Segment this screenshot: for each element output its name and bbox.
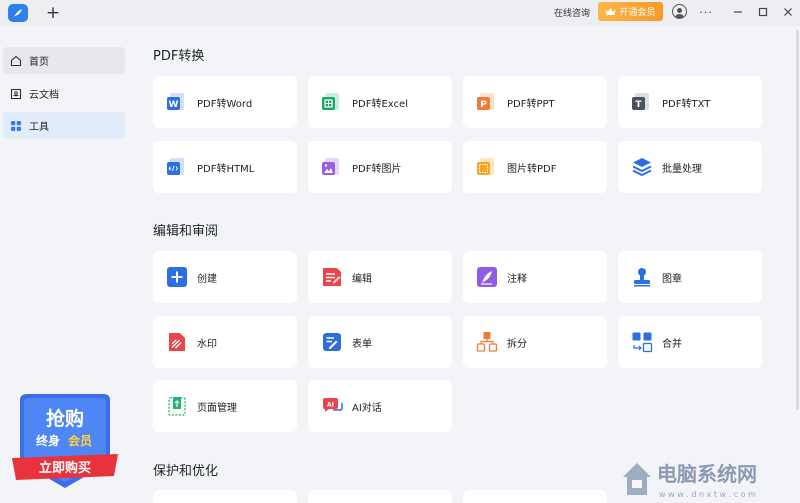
title-bar: + 在线咨询 开通会员 ··· [0, 0, 800, 26]
tool-card-annotate[interactable]: 注释 [463, 251, 607, 303]
tool-card-partial[interactable] [308, 490, 452, 503]
merge-icon [632, 332, 653, 353]
word-icon: W [167, 93, 184, 110]
online-consult-link[interactable]: 在线咨询 [554, 6, 590, 19]
image-icon [322, 158, 339, 175]
svg-text:T: T [635, 100, 642, 110]
sidebar-item-cloud-docs[interactable]: 云文档 [3, 80, 125, 107]
ppt-icon: P [477, 93, 494, 110]
ai-chat-icon: AI [323, 398, 343, 412]
page-manage-icon [168, 397, 186, 416]
minimize-button[interactable] [729, 3, 747, 21]
sidebar-item-label: 云文档 [29, 90, 59, 101]
promo-line2a: 终身 [36, 433, 60, 448]
svg-text:P: P [480, 100, 487, 110]
tool-card-label: 图章 [662, 273, 682, 285]
tool-card-label: 创建 [197, 273, 217, 285]
svg-text:AI: AI [327, 402, 334, 409]
tool-card-partial[interactable] [463, 490, 607, 503]
section-title-pdf: PDF转换 [153, 49, 205, 64]
tool-card-ai-chat[interactable]: AI AI对话 [308, 380, 452, 432]
tool-card-label: 水印 [197, 338, 217, 350]
tool-card-label: PDF转HTML [197, 163, 255, 175]
watermark-icon [169, 333, 185, 351]
site-watermark: 电脑系统网 w w w . d n x t w . c o m [615, 455, 800, 503]
tool-card-label: PDF转Word [197, 98, 253, 110]
stamp-icon [634, 268, 650, 287]
tool-card-label: PDF转图片 [352, 163, 402, 175]
txt-icon: T [632, 93, 649, 110]
tool-card-pdf-to-html[interactable]: PDF转HTML [153, 141, 297, 193]
tool-card-label: 合并 [662, 338, 682, 350]
watermark-url: w w w . d n x t w . c o m [659, 490, 756, 499]
feather-icon [477, 267, 497, 287]
tool-card-merge[interactable]: 合并 [618, 316, 762, 368]
tool-card-pdf-to-txt[interactable]: T PDF转TXT [618, 76, 762, 128]
edit-doc-icon [323, 268, 341, 286]
new-tab-button[interactable]: + [44, 3, 62, 23]
more-menu-button[interactable]: ··· [697, 3, 715, 21]
grid-tools-icon [11, 120, 21, 131]
excel-icon [322, 93, 339, 110]
sidebar-item-tools[interactable]: 工具 [3, 112, 125, 139]
sidebar-item-label: 工具 [29, 122, 49, 133]
tool-card-label: 图片转PDF [507, 163, 557, 175]
tool-card-watermark[interactable]: 水印 [153, 316, 297, 368]
tool-card-label: 编辑 [352, 273, 372, 285]
tool-card-pdf-to-word[interactable]: W PDF转Word [153, 76, 297, 128]
tool-card-pdf-to-ppt[interactable]: P PDF转PPT [463, 76, 607, 128]
tool-card-split[interactable]: 拆分 [463, 316, 607, 368]
html-icon [167, 158, 184, 175]
scrollbar-thumb[interactable] [796, 30, 799, 410]
crown-icon [605, 8, 616, 15]
tool-card-label: AI对话 [352, 402, 382, 414]
tool-card-label: 拆分 [507, 338, 527, 350]
layers-icon [632, 158, 652, 177]
tool-card-label: 批量处理 [662, 163, 702, 175]
image-to-pdf-icon [477, 158, 494, 175]
tool-card-edit[interactable]: 编辑 [308, 251, 452, 303]
tool-card-label: PDF转Excel [352, 98, 408, 110]
close-icon [784, 8, 792, 16]
watermark-title: 电脑系统网 [657, 462, 757, 486]
promo-line1: 抢购 [46, 407, 84, 430]
app-logo[interactable] [8, 4, 28, 22]
section-title-edit: 编辑和审阅 [153, 224, 219, 239]
close-button[interactable] [779, 3, 797, 21]
tool-card-batch-process[interactable]: 批量处理 [618, 141, 762, 193]
tool-card-form[interactable]: 表单 [308, 316, 452, 368]
sidebar-item-home[interactable]: 首页 [3, 47, 125, 74]
split-icon [476, 332, 498, 352]
tool-card-partial[interactable] [153, 490, 297, 503]
maximize-icon [758, 7, 768, 17]
cloud-doc-icon [10, 88, 22, 99]
svg-text:W: W [169, 100, 179, 110]
home-icon [10, 55, 22, 66]
maximize-button[interactable] [754, 3, 772, 21]
minimize-icon [734, 11, 742, 13]
tool-card-image-to-pdf[interactable]: 图片转PDF [463, 141, 607, 193]
tool-card-stamp[interactable]: 图章 [618, 251, 762, 303]
promo-badge[interactable]: 抢购 终身 会员 立即购买 [10, 392, 120, 492]
promo-line2b: 会员 [68, 433, 92, 448]
plus-icon [167, 267, 187, 287]
feather-logo-icon [14, 9, 22, 17]
tool-card-label: 页面管理 [197, 402, 237, 414]
tool-card-label: PDF转TXT [662, 98, 711, 110]
tool-card-page-manage[interactable]: 页面管理 [153, 380, 297, 432]
tool-card-label: PDF转PPT [507, 98, 555, 110]
tool-card-pdf-to-image[interactable]: PDF转图片 [308, 141, 452, 193]
tool-card-create[interactable]: 创建 [153, 251, 297, 303]
open-vip-label: 开通会员 [619, 8, 656, 18]
tool-card-pdf-to-excel[interactable]: PDF转Excel [308, 76, 452, 128]
tool-card-label: 注释 [507, 273, 527, 285]
tool-card-label: 表单 [352, 338, 372, 350]
open-vip-button[interactable]: 开通会员 [598, 2, 663, 21]
avatar[interactable] [672, 4, 687, 19]
sidebar-item-label: 首页 [29, 57, 49, 68]
promo-buy-now: 立即购买 [39, 460, 91, 476]
section-title-protect: 保护和优化 [153, 464, 219, 479]
form-icon [323, 333, 341, 351]
promo-graphic: 抢购 终身 会员 立即购买 [12, 394, 118, 488]
